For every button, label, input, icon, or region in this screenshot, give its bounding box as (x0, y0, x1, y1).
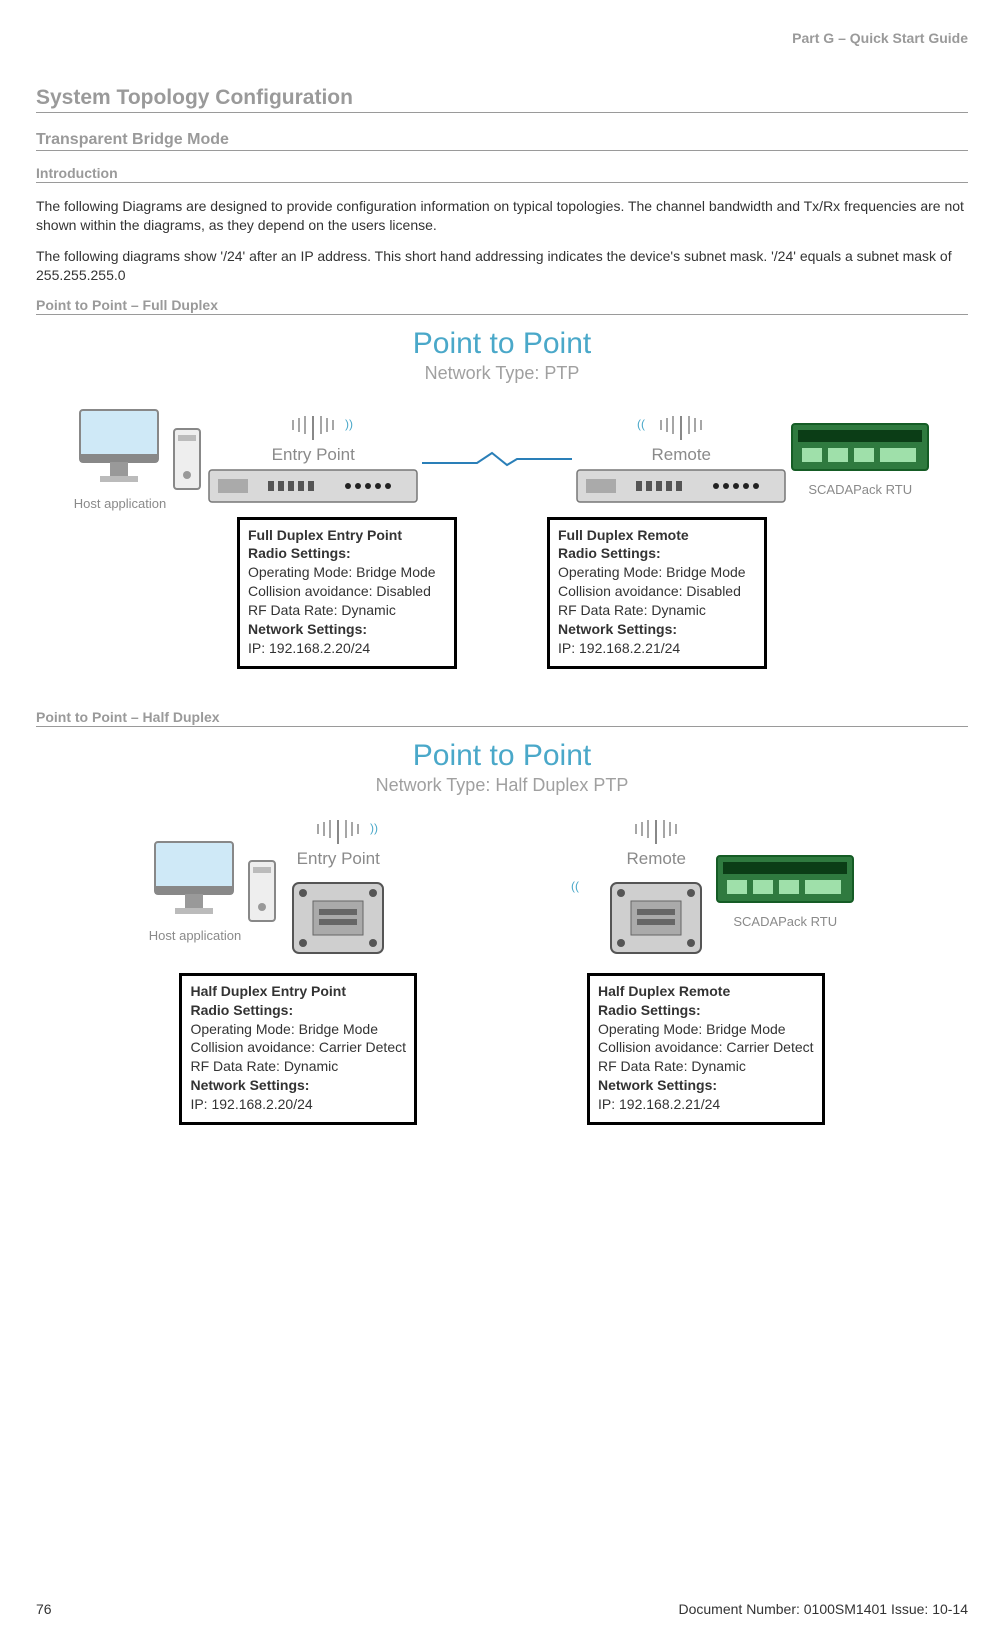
radio-settings-header: Radio Settings: (190, 1001, 406, 1020)
remote-device: (( Remote (576, 410, 786, 503)
radio-settings-header: Radio Settings: (558, 544, 756, 563)
heading-transparent-bridge: Transparent Bridge Mode (36, 131, 968, 151)
radio-box-icon (601, 873, 711, 963)
config-title: Half Duplex Remote (598, 982, 814, 1001)
config-line: RF Data Rate: Dynamic (558, 601, 756, 620)
heading-ptp-full-duplex: Point to Point – Full Duplex (36, 297, 968, 315)
scadapack-rtu-device: SCADAPack RTU (715, 848, 855, 929)
diagram-ptp-full: Point to Point Network Type: PTP Host ap… (36, 327, 968, 669)
svg-text:)): )) (370, 821, 378, 835)
antenna-icon: )) (263, 410, 363, 445)
config-title: Full Duplex Remote (558, 526, 756, 545)
entry-point-device: )) Entry Point (283, 814, 393, 963)
config-line: Operating Mode: Bridge Mode (598, 1020, 814, 1039)
config-ip: IP: 192.168.2.20/24 (190, 1095, 406, 1114)
intro-paragraph-2: The following diagrams show '/24' after … (36, 247, 968, 285)
intro-paragraph-1: The following Diagrams are designed to p… (36, 197, 968, 235)
monitor-icon (75, 402, 165, 492)
network-settings-header: Network Settings: (598, 1076, 814, 1095)
wireless-gap-icon: (( (397, 876, 597, 901)
radio-box-icon (283, 873, 393, 963)
rtu-label: SCADAPack RTU (733, 914, 837, 929)
diagram-ptp-half: Point to Point Network Type: Half Duplex… (36, 739, 968, 1125)
remote-label: Remote (626, 849, 686, 869)
monitor-icon (150, 834, 240, 924)
config-ip: IP: 192.168.2.20/24 (248, 639, 446, 658)
config-line: RF Data Rate: Dynamic (598, 1057, 814, 1076)
host-label: Host application (74, 496, 167, 511)
rtu-icon (715, 848, 855, 910)
antenna-icon: (( (631, 410, 731, 445)
network-settings-header: Network Settings: (558, 620, 756, 639)
antenna-icon: )) (288, 814, 388, 849)
heading-system-topology: System Topology Configuration (36, 86, 968, 113)
config-title: Half Duplex Entry Point (190, 982, 406, 1001)
entry-point-label: Entry Point (297, 849, 380, 869)
remote-device: Remote (601, 814, 711, 963)
server-tower-icon (170, 409, 204, 504)
config-ip: IP: 192.168.2.21/24 (598, 1095, 814, 1114)
host-label: Host application (149, 928, 242, 943)
config-line: Collision avoidance: Disabled (248, 582, 446, 601)
entry-point-device: )) Entry Point (208, 410, 418, 503)
wireless-link-icon (422, 449, 572, 463)
config-line: Collision avoidance: Carrier Detect (190, 1038, 406, 1057)
page-header: Part G – Quick Start Guide (36, 30, 968, 46)
diagram2-title: Point to Point (36, 739, 968, 773)
rtu-label: SCADAPack RTU (808, 482, 912, 497)
network-settings-header: Network Settings: (248, 620, 446, 639)
page-footer: 76 Document Number: 0100SM1401 Issue: 10… (36, 1601, 968, 1617)
radio-rack-icon (208, 469, 418, 503)
page-number: 76 (36, 1601, 52, 1617)
server-tower-icon (245, 841, 279, 936)
svg-text:((: (( (637, 417, 645, 431)
rtu-icon (790, 416, 930, 478)
remote-label: Remote (651, 445, 711, 465)
config-line: RF Data Rate: Dynamic (248, 601, 446, 620)
remote-config-box: Full Duplex Remote Radio Settings: Opera… (547, 517, 767, 669)
heading-introduction: Introduction (36, 165, 968, 183)
config-line: Operating Mode: Bridge Mode (558, 563, 756, 582)
config-line: Operating Mode: Bridge Mode (190, 1020, 406, 1039)
diagram1-title: Point to Point (36, 327, 968, 361)
svg-text:((: (( (571, 879, 579, 893)
diagram2-config-row: Half Duplex Entry Point Radio Settings: … (36, 973, 968, 1125)
config-line: Collision avoidance: Disabled (558, 582, 756, 601)
radio-rack-icon (576, 469, 786, 503)
entry-point-label: Entry Point (272, 445, 355, 465)
diagram1-subtitle: Network Type: PTP (36, 363, 968, 384)
remote-config-box: Half Duplex Remote Radio Settings: Opera… (587, 973, 825, 1125)
network-settings-header: Network Settings: (190, 1076, 406, 1095)
config-line: RF Data Rate: Dynamic (190, 1057, 406, 1076)
config-ip: IP: 192.168.2.21/24 (558, 639, 756, 658)
scadapack-rtu-device: SCADAPack RTU (790, 416, 930, 497)
diagram1-config-row: Full Duplex Entry Point Radio Settings: … (36, 517, 968, 669)
heading-ptp-half-duplex: Point to Point – Half Duplex (36, 709, 968, 727)
host-application-device: Host application (74, 402, 167, 511)
diagram2-subtitle: Network Type: Half Duplex PTP (36, 775, 968, 796)
antenna-icon (606, 814, 706, 849)
diagram1-row: Host application )) Entry Point (36, 402, 968, 511)
host-application-device: Host application (149, 834, 242, 943)
radio-settings-header: Radio Settings: (598, 1001, 814, 1020)
config-line: Operating Mode: Bridge Mode (248, 563, 446, 582)
config-line: Collision avoidance: Carrier Detect (598, 1038, 814, 1057)
svg-text:)): )) (345, 417, 353, 431)
entry-point-config-box: Half Duplex Entry Point Radio Settings: … (179, 973, 417, 1125)
entry-point-config-box: Full Duplex Entry Point Radio Settings: … (237, 517, 457, 669)
diagram2-row: Host application )) Entry Point (36, 814, 968, 963)
document-number: Document Number: 0100SM1401 Issue: 10-14 (679, 1601, 969, 1617)
radio-settings-header: Radio Settings: (248, 544, 446, 563)
config-title: Full Duplex Entry Point (248, 526, 446, 545)
